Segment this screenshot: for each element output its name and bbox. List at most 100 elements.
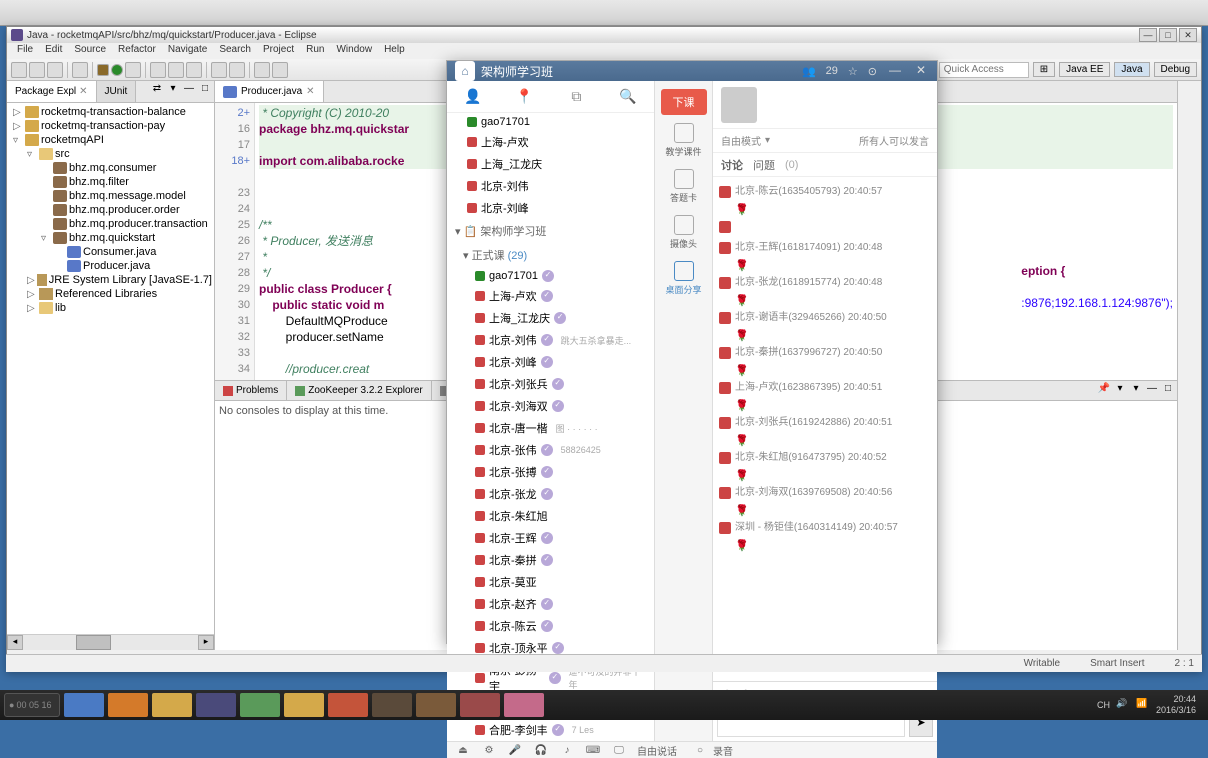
maximize-button[interactable]: □	[1159, 28, 1177, 42]
tree-node[interactable]: ▷JRE System Library [JavaSE-1.7]	[9, 273, 212, 287]
menu-edit[interactable]: Edit	[39, 43, 68, 59]
perspective-javaee[interactable]: Java EE	[1059, 62, 1110, 77]
new-button[interactable]	[11, 62, 27, 78]
console-tab[interactable]: ZooKeeper 3.2.2 Explorer	[287, 381, 432, 400]
console-tab[interactable]: Problems	[215, 381, 287, 400]
user-list[interactable]: gao71701上海-卢欢上海_江龙庆北京-刘伟北京-刘峰▾ 📋 架构师学习班▾…	[447, 113, 654, 741]
taskbar-app-4[interactable]	[196, 693, 236, 717]
system-tray[interactable]: CH 🔊 📶 20:44 2016/3/16	[1097, 694, 1204, 716]
save-all-button[interactable]	[47, 62, 63, 78]
horizontal-scrollbar[interactable]: ◂▸	[7, 634, 214, 650]
perspective-java[interactable]: Java	[1114, 62, 1149, 77]
open-perspective-button[interactable]: ⊞	[1033, 62, 1055, 77]
music-icon[interactable]: ♪	[559, 742, 575, 758]
display-console-icon[interactable]: ▾	[1113, 383, 1127, 397]
tree-node[interactable]: ▿bhz.mq.quickstart	[9, 231, 212, 245]
perspective-debug[interactable]: Debug	[1154, 62, 1197, 77]
clock[interactable]: 20:44	[1156, 694, 1196, 705]
user-item[interactable]: 北京-刘张兵✓	[447, 373, 654, 395]
junit-tab[interactable]: JUnit	[97, 81, 137, 102]
taskbar-app-1[interactable]	[64, 693, 104, 717]
exit-icon[interactable]: ⏏	[455, 742, 471, 758]
menu-window[interactable]: Window	[330, 43, 378, 59]
gear-icon[interactable]: ⚙	[481, 742, 497, 758]
tree-node[interactable]: bhz.mq.consumer	[9, 161, 212, 175]
tree-node[interactable]: Consumer.java	[9, 245, 212, 259]
tree-node[interactable]: ▿src	[9, 147, 212, 161]
user-item[interactable]: 上海_江龙庆	[447, 153, 654, 175]
close-tab-icon[interactable]: ✕	[306, 86, 314, 97]
minimize-view-icon[interactable]: —	[182, 83, 196, 97]
location-icon[interactable]: 📍	[516, 88, 534, 106]
user-item[interactable]: 北京-赵齐✓	[447, 593, 654, 615]
taskbar-app-7[interactable]	[328, 693, 368, 717]
user-item[interactable]: 北京-刘峰	[447, 197, 654, 219]
build-button[interactable]	[72, 62, 88, 78]
start-button[interactable]: ●00 05 16	[4, 693, 60, 717]
tray-volume-icon[interactable]: 🔊	[1116, 698, 1130, 712]
end-class-button[interactable]: 下课	[661, 89, 707, 115]
user-item[interactable]: 上海-卢欢	[447, 131, 654, 153]
search-icon[interactable]: 🔍	[619, 88, 637, 106]
discuss-tab[interactable]: 讨论	[721, 157, 743, 173]
menu-search[interactable]: Search	[213, 43, 257, 59]
user-item[interactable]: 北京-陈云✓	[447, 615, 654, 637]
link-editor-icon[interactable]: ⇄	[150, 83, 164, 97]
tree-node[interactable]: ▷rocketmq-transaction-balance	[9, 105, 212, 119]
user-item[interactable]: 北京-刘海双✓	[447, 395, 654, 417]
taskbar-app-11[interactable]	[504, 693, 544, 717]
user-item[interactable]: 上海_江龙庆✓	[447, 307, 654, 329]
tree-node[interactable]: ▷lib	[9, 301, 212, 315]
user-item[interactable]: 合肥-李剑丰✓7 Les	[447, 719, 654, 741]
forward-button[interactable]	[272, 62, 288, 78]
tree-node[interactable]: bhz.mq.filter	[9, 175, 212, 189]
headset-icon[interactable]: 🎧	[533, 742, 549, 758]
tree-node[interactable]: ▷rocketmq-transaction-pay	[9, 119, 212, 133]
close-icon[interactable]: ✕	[79, 86, 87, 97]
maximize-view-icon[interactable]: □	[198, 83, 212, 97]
run-button[interactable]	[111, 64, 123, 76]
tree-node[interactable]: ▿rocketmqAPI	[9, 133, 212, 147]
tree-node[interactable]: bhz.mq.producer.transaction	[9, 217, 212, 231]
settings-icon[interactable]: ⊙	[868, 65, 877, 78]
back-button[interactable]	[254, 62, 270, 78]
tree-node[interactable]: Producer.java	[9, 259, 212, 273]
menu-navigate[interactable]: Navigate	[162, 43, 213, 59]
teacher-avatar[interactable]	[721, 87, 757, 123]
home-icon[interactable]: ⌂	[455, 61, 475, 81]
menu-source[interactable]: Source	[68, 43, 112, 59]
free-talk-label[interactable]: 自由说话	[637, 743, 677, 758]
taskbar-app-3[interactable]	[152, 693, 192, 717]
menu-project[interactable]: Project	[257, 43, 300, 59]
menu-help[interactable]: Help	[378, 43, 411, 59]
search-button[interactable]	[211, 62, 227, 78]
taskbar-app-6[interactable]	[284, 693, 324, 717]
editor-tab-producer[interactable]: Producer.java ✕	[215, 81, 324, 102]
quick-access-input[interactable]	[939, 62, 1029, 78]
taskbar-app-firefox[interactable]	[108, 693, 148, 717]
new-class-button[interactable]	[150, 62, 166, 78]
outline-panel-collapsed[interactable]	[1177, 81, 1201, 650]
minimize-button[interactable]: —	[1139, 28, 1157, 42]
close-button[interactable]: ✕	[1179, 28, 1197, 42]
menu-file[interactable]: File	[11, 43, 39, 59]
date[interactable]: 2016/3/16	[1156, 705, 1196, 716]
tree-node[interactable]: bhz.mq.producer.order	[9, 203, 212, 217]
package-explorer-tab[interactable]: Package Expl ✕	[7, 81, 97, 102]
user-item[interactable]: 北京-刘峰✓	[447, 351, 654, 373]
new-package-button[interactable]	[168, 62, 184, 78]
mode-label[interactable]: 自由模式	[721, 133, 761, 148]
mic-icon[interactable]: 🎤	[507, 742, 523, 758]
console-menu-icon[interactable]: ▾	[1129, 383, 1143, 397]
chat-close-button[interactable]: ✕	[913, 63, 929, 79]
annotation-button[interactable]	[229, 62, 245, 78]
menu-run[interactable]: Run	[300, 43, 330, 59]
user-item[interactable]: gao71701	[447, 113, 654, 131]
user-item[interactable]: 北京-王辉✓	[447, 527, 654, 549]
contacts-icon[interactable]: 👤	[464, 88, 482, 106]
user-item[interactable]: 北京-张伟✓58826425	[447, 439, 654, 461]
minimize-console-icon[interactable]: —	[1145, 383, 1159, 397]
formal-section[interactable]: ▾ 正式课 (29)	[447, 243, 654, 267]
user-item[interactable]: 北京-张搏✓	[447, 461, 654, 483]
user-item[interactable]: 北京-张龙✓	[447, 483, 654, 505]
